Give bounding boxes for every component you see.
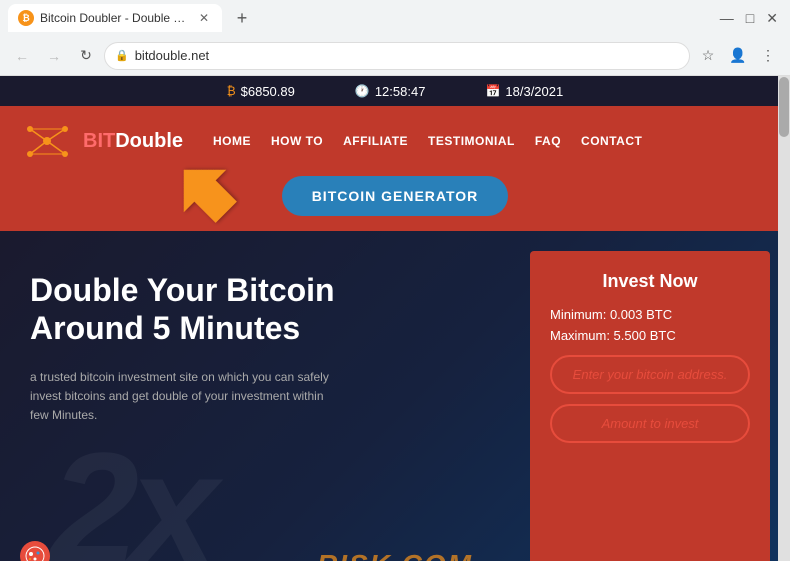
- hero-title-line2: Around 5 Minutes: [30, 310, 300, 346]
- time-info: 🕐 12:58:47: [355, 84, 426, 99]
- logo-double: Double: [115, 130, 183, 152]
- cta-button-bar: BITCOIN GENERATOR: [0, 176, 790, 231]
- bitcoin-icon: ₿: [227, 84, 236, 98]
- notification-bubble[interactable]: [20, 541, 50, 561]
- bitcoin-price: $6850.89: [241, 84, 295, 99]
- browser-window: ₿ Bitcoin Doubler - Double Your B... ✕ +…: [0, 0, 790, 561]
- amount-input[interactable]: Amount to invest: [550, 404, 750, 443]
- arrow-icon: [170, 156, 240, 226]
- tab-title: Bitcoin Doubler - Double Your B...: [40, 11, 190, 25]
- browser-toolbar: ← → ↻ 🔒 bitdouble.net ☆ 👤 ⋮: [0, 36, 790, 76]
- bitcoin-generator-button[interactable]: BITCOIN GENERATOR: [282, 176, 509, 216]
- hero-section: Double Your Bitcoin Around 5 Minutes a t…: [0, 231, 530, 561]
- current-date: 18/3/2021: [505, 84, 563, 99]
- hero-title-line1: Double Your Bitcoin: [30, 272, 335, 308]
- price-info: ₿ $6850.89: [227, 84, 295, 99]
- browser-titlebar: ₿ Bitcoin Doubler - Double Your B... ✕ +…: [0, 0, 790, 36]
- bitcoin-address-input[interactable]: Enter your bitcoin address.: [550, 355, 750, 394]
- nav-affiliate[interactable]: AFFILIATE: [343, 134, 408, 148]
- logo-graphic: [20, 119, 75, 164]
- scrollbar[interactable]: [778, 76, 790, 561]
- window-restore-button[interactable]: □: [742, 10, 758, 27]
- cookie-icon: [25, 546, 45, 561]
- back-button[interactable]: ←: [8, 42, 36, 70]
- forward-button[interactable]: →: [40, 42, 68, 70]
- invest-panel: Invest Now Minimum: 0.003 BTC Maximum: 5…: [530, 251, 770, 561]
- site-nav: HOME HOW TO AFFILIATE TESTIMONIAL FAQ CO…: [213, 134, 642, 148]
- calendar-icon: 📅: [485, 84, 500, 98]
- lock-icon: 🔒: [115, 49, 129, 62]
- risk-watermark: RISK.COM: [317, 549, 473, 561]
- tab-close-button[interactable]: ✕: [196, 10, 212, 26]
- nav-faq[interactable]: FAQ: [535, 134, 561, 148]
- site-header: BITDouble HOME HOW TO AFFILIATE TESTIMON…: [0, 106, 790, 176]
- window-close-button[interactable]: ✕: [762, 10, 782, 27]
- logo-bit: BIT: [83, 130, 115, 152]
- hero-description: a trusted bitcoin investment site on whi…: [30, 368, 330, 426]
- new-tab-button[interactable]: +: [228, 4, 256, 32]
- url-text: bitdouble.net: [135, 48, 679, 63]
- toolbar-actions: ☆ 👤 ⋮: [694, 42, 782, 70]
- invest-maximum: Maximum: 5.500 BTC: [550, 328, 750, 343]
- bookmark-button[interactable]: ☆: [694, 42, 722, 70]
- nav-contact[interactable]: CONTACT: [581, 134, 642, 148]
- arrow-pointer: [170, 156, 230, 216]
- site-content: ₿ $6850.89 🕐 12:58:47 📅 18/3/2021: [0, 76, 790, 561]
- window-minimize-button[interactable]: —: [716, 10, 738, 27]
- current-time: 12:58:47: [375, 84, 426, 99]
- refresh-button[interactable]: ↻: [72, 42, 100, 70]
- menu-button[interactable]: ⋮: [754, 42, 782, 70]
- invest-minimum: Minimum: 0.003 BTC: [550, 307, 750, 322]
- nav-howto[interactable]: HOW TO: [271, 134, 323, 148]
- tab-favicon: ₿: [18, 10, 34, 26]
- address-bar[interactable]: 🔒 bitdouble.net: [104, 42, 690, 70]
- clock-icon: 🕐: [355, 84, 370, 98]
- main-content: Double Your Bitcoin Around 5 Minutes a t…: [0, 231, 790, 561]
- nav-home[interactable]: HOME: [213, 134, 251, 148]
- logo-text: BITDouble: [83, 130, 183, 153]
- site-logo: BITDouble: [20, 119, 183, 164]
- account-button[interactable]: 👤: [724, 42, 752, 70]
- nav-testimonial[interactable]: TESTIMONIAL: [428, 134, 515, 148]
- date-info: 📅 18/3/2021: [485, 84, 563, 99]
- browser-tab[interactable]: ₿ Bitcoin Doubler - Double Your B... ✕: [8, 4, 222, 32]
- scrollbar-thumb[interactable]: [779, 77, 789, 137]
- hero-title: Double Your Bitcoin Around 5 Minutes: [30, 271, 500, 348]
- top-info-bar: ₿ $6850.89 🕐 12:58:47 📅 18/3/2021: [0, 76, 790, 106]
- invest-title: Invest Now: [550, 271, 750, 292]
- window-controls: — □ ✕: [716, 10, 782, 27]
